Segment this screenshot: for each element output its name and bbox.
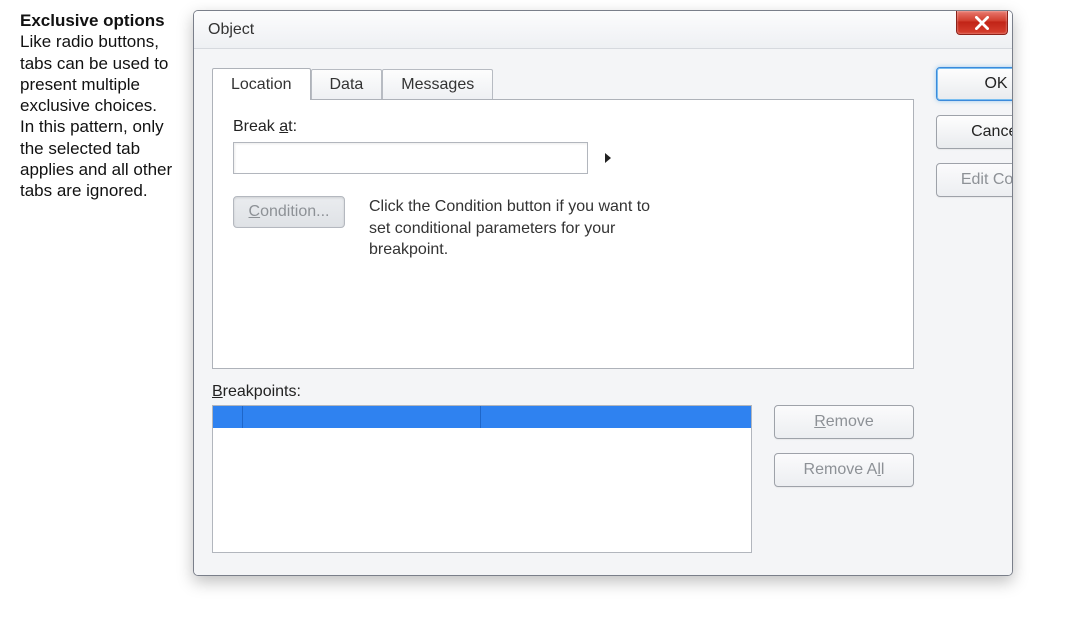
sidenote: Exclusive options Like radio buttons, ta… <box>20 10 175 576</box>
titlebar: Object <box>194 11 1012 49</box>
remove-all-button[interactable]: Remove All <box>774 453 914 487</box>
breakpoints-col-2[interactable] <box>243 406 481 428</box>
breakpoints-col-3[interactable] <box>481 406 751 428</box>
condition-helper-text: Click the Condition button if you want t… <box>369 196 669 261</box>
tab-location[interactable]: Location <box>212 68 311 100</box>
ok-button[interactable]: OK <box>936 67 1013 101</box>
break-at-input[interactable] <box>233 142 588 174</box>
break-at-menu-button[interactable] <box>594 144 622 172</box>
object-dialog: Object Location Data Messages Break at: <box>193 10 1013 576</box>
break-at-label: Break at: <box>233 118 893 136</box>
tab-data[interactable]: Data <box>311 69 383 99</box>
breakpoints-label: Breakpoints: <box>212 383 752 401</box>
condition-button[interactable]: Condition... <box>233 196 345 228</box>
sidenote-heading: Exclusive options <box>20 11 165 30</box>
breakpoints-header-row[interactable] <box>213 406 751 428</box>
close-button[interactable] <box>956 11 1008 35</box>
tab-messages[interactable]: Messages <box>382 69 493 99</box>
dialog-title: Object <box>208 21 254 39</box>
remove-button[interactable]: Remove <box>774 405 914 439</box>
cancel-button[interactable]: Cancel <box>936 115 1013 149</box>
arrow-right-icon <box>603 152 613 164</box>
breakpoints-list[interactable] <box>212 405 752 553</box>
breakpoints-col-1[interactable] <box>213 406 243 428</box>
close-icon <box>975 16 989 30</box>
tabstrip: Location Data Messages <box>212 67 914 99</box>
edit-code-button[interactable]: Edit Code <box>936 163 1013 197</box>
sidenote-body: Like radio buttons, tabs can be used to … <box>20 32 172 200</box>
tabpanel-location: Break at: Condition... Click the Co <box>212 99 914 369</box>
